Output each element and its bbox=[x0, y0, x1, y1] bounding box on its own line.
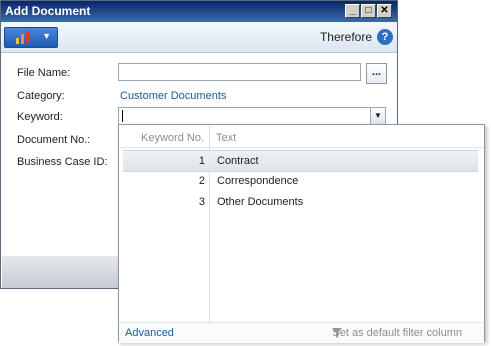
category-label: Category: bbox=[17, 90, 65, 102]
company-name: Therefore bbox=[319, 30, 372, 44]
column-header-text[interactable]: Text bbox=[216, 132, 236, 144]
row-keyword-no: 2 bbox=[198, 175, 205, 187]
text-cursor bbox=[122, 110, 123, 122]
ribbon: ▼ Therefore ? bbox=[1, 22, 397, 53]
document-no-label: Document No.: bbox=[17, 134, 91, 146]
file-name-label: File Name: bbox=[17, 67, 71, 79]
category-value-link[interactable]: Customer Documents bbox=[120, 90, 226, 102]
maximize-button[interactable]: □ bbox=[361, 4, 376, 18]
application-menu-button[interactable]: ▼ bbox=[4, 27, 58, 48]
row-text: Other Documents bbox=[217, 196, 304, 208]
application-menu-icon bbox=[16, 31, 29, 44]
window-title: Add Document bbox=[5, 4, 91, 18]
lookup-row[interactable]: 2 Correspondence bbox=[123, 171, 478, 191]
file-name-input[interactable] bbox=[118, 63, 361, 81]
row-keyword-no: 3 bbox=[198, 196, 205, 208]
lookup-header: Keyword No. Text bbox=[119, 125, 484, 148]
browse-file-button[interactable]: ... bbox=[366, 63, 387, 84]
help-icon[interactable]: ? bbox=[377, 29, 393, 45]
lookup-row[interactable]: 3 Other Documents bbox=[123, 192, 478, 212]
business-case-id-label: Business Case ID: bbox=[17, 156, 108, 168]
row-text: Contract bbox=[217, 155, 259, 167]
chevron-down-icon: ▼ bbox=[42, 31, 51, 41]
lookup-footer: Advanced Set as default filter column bbox=[119, 322, 484, 343]
minimize-button[interactable]: _ bbox=[345, 4, 360, 18]
advanced-link[interactable]: Advanced bbox=[125, 327, 174, 339]
lookup-row[interactable]: 1 Contract bbox=[123, 150, 478, 172]
column-header-keyword-no[interactable]: Keyword No. bbox=[119, 132, 204, 144]
set-default-filter-column-button[interactable]: Set as default filter column bbox=[332, 327, 462, 339]
title-bar[interactable]: Add Document _ □ ✕ bbox=[1, 1, 397, 22]
close-button[interactable]: ✕ bbox=[377, 4, 392, 18]
keyword-dropdown-chevron-icon[interactable]: ▼ bbox=[370, 108, 385, 124]
row-text: Correspondence bbox=[217, 175, 299, 187]
keyword-label: Keyword: bbox=[17, 111, 63, 123]
row-keyword-no: 1 bbox=[198, 155, 205, 167]
keyword-dropdown-input[interactable]: ▼ bbox=[118, 107, 386, 125]
keyword-lookup-dropdown: Keyword No. Text 1 Contract 2 Correspond… bbox=[118, 124, 485, 343]
